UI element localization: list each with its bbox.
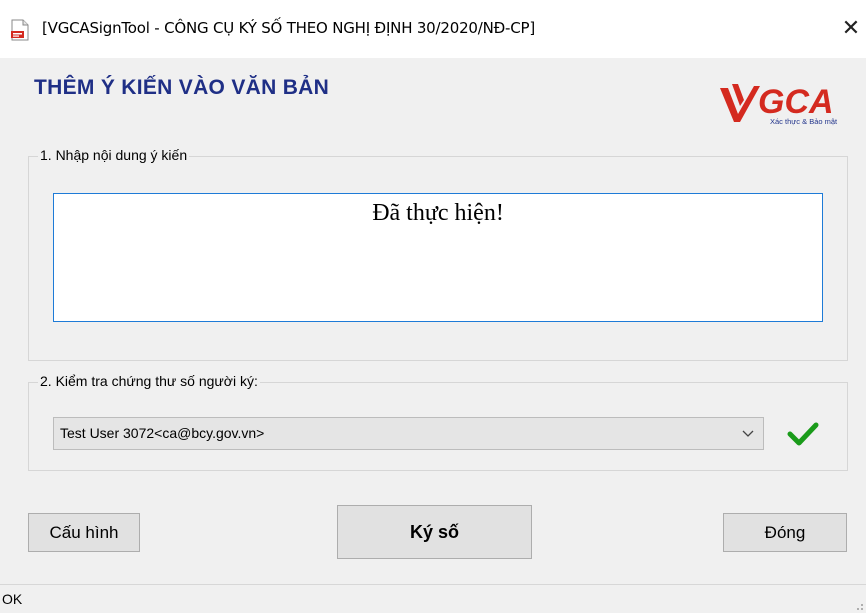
page-title: THÊM Ý KIẾN VÀO VĂN BẢN (34, 76, 330, 99)
opinion-textarea[interactable]: Đã thực hiện! (53, 193, 823, 322)
title-bar: [VGCASignTool - CÔNG CỤ KÝ SỐ THEO NGHỊ … (0, 0, 866, 58)
resize-grip-icon[interactable] (854, 601, 864, 611)
svg-text:GCA: GCA (758, 83, 834, 121)
window-close-button[interactable]: ✕ (836, 12, 866, 46)
sign-button[interactable]: Ký số (337, 505, 532, 559)
certificate-select[interactable]: Test User 3072<ca@bcy.gov.vn> (53, 417, 764, 450)
opinion-section-label: 1. Nhập nội dung ý kiến (38, 147, 190, 163)
status-text: OK (2, 591, 23, 607)
check-icon (787, 422, 819, 446)
vgca-logo: GCA Xác thực & Bảo mật (720, 83, 838, 126)
close-button[interactable]: Đóng (723, 513, 847, 552)
app-icon (11, 19, 29, 41)
svg-text:Xác thực & Bảo mật: Xác thực & Bảo mật (770, 117, 838, 126)
chevron-down-icon (742, 430, 754, 437)
config-button[interactable]: Cấu hình (28, 513, 140, 552)
status-bar: OK (0, 584, 866, 613)
certificate-selected-value: Test User 3072<ca@bcy.gov.vn> (60, 425, 265, 441)
certificate-section-label: 2. Kiểm tra chứng thư số người ký: (38, 373, 260, 389)
window-title: [VGCASignTool - CÔNG CỤ KÝ SỐ THEO NGHỊ … (42, 19, 536, 37)
